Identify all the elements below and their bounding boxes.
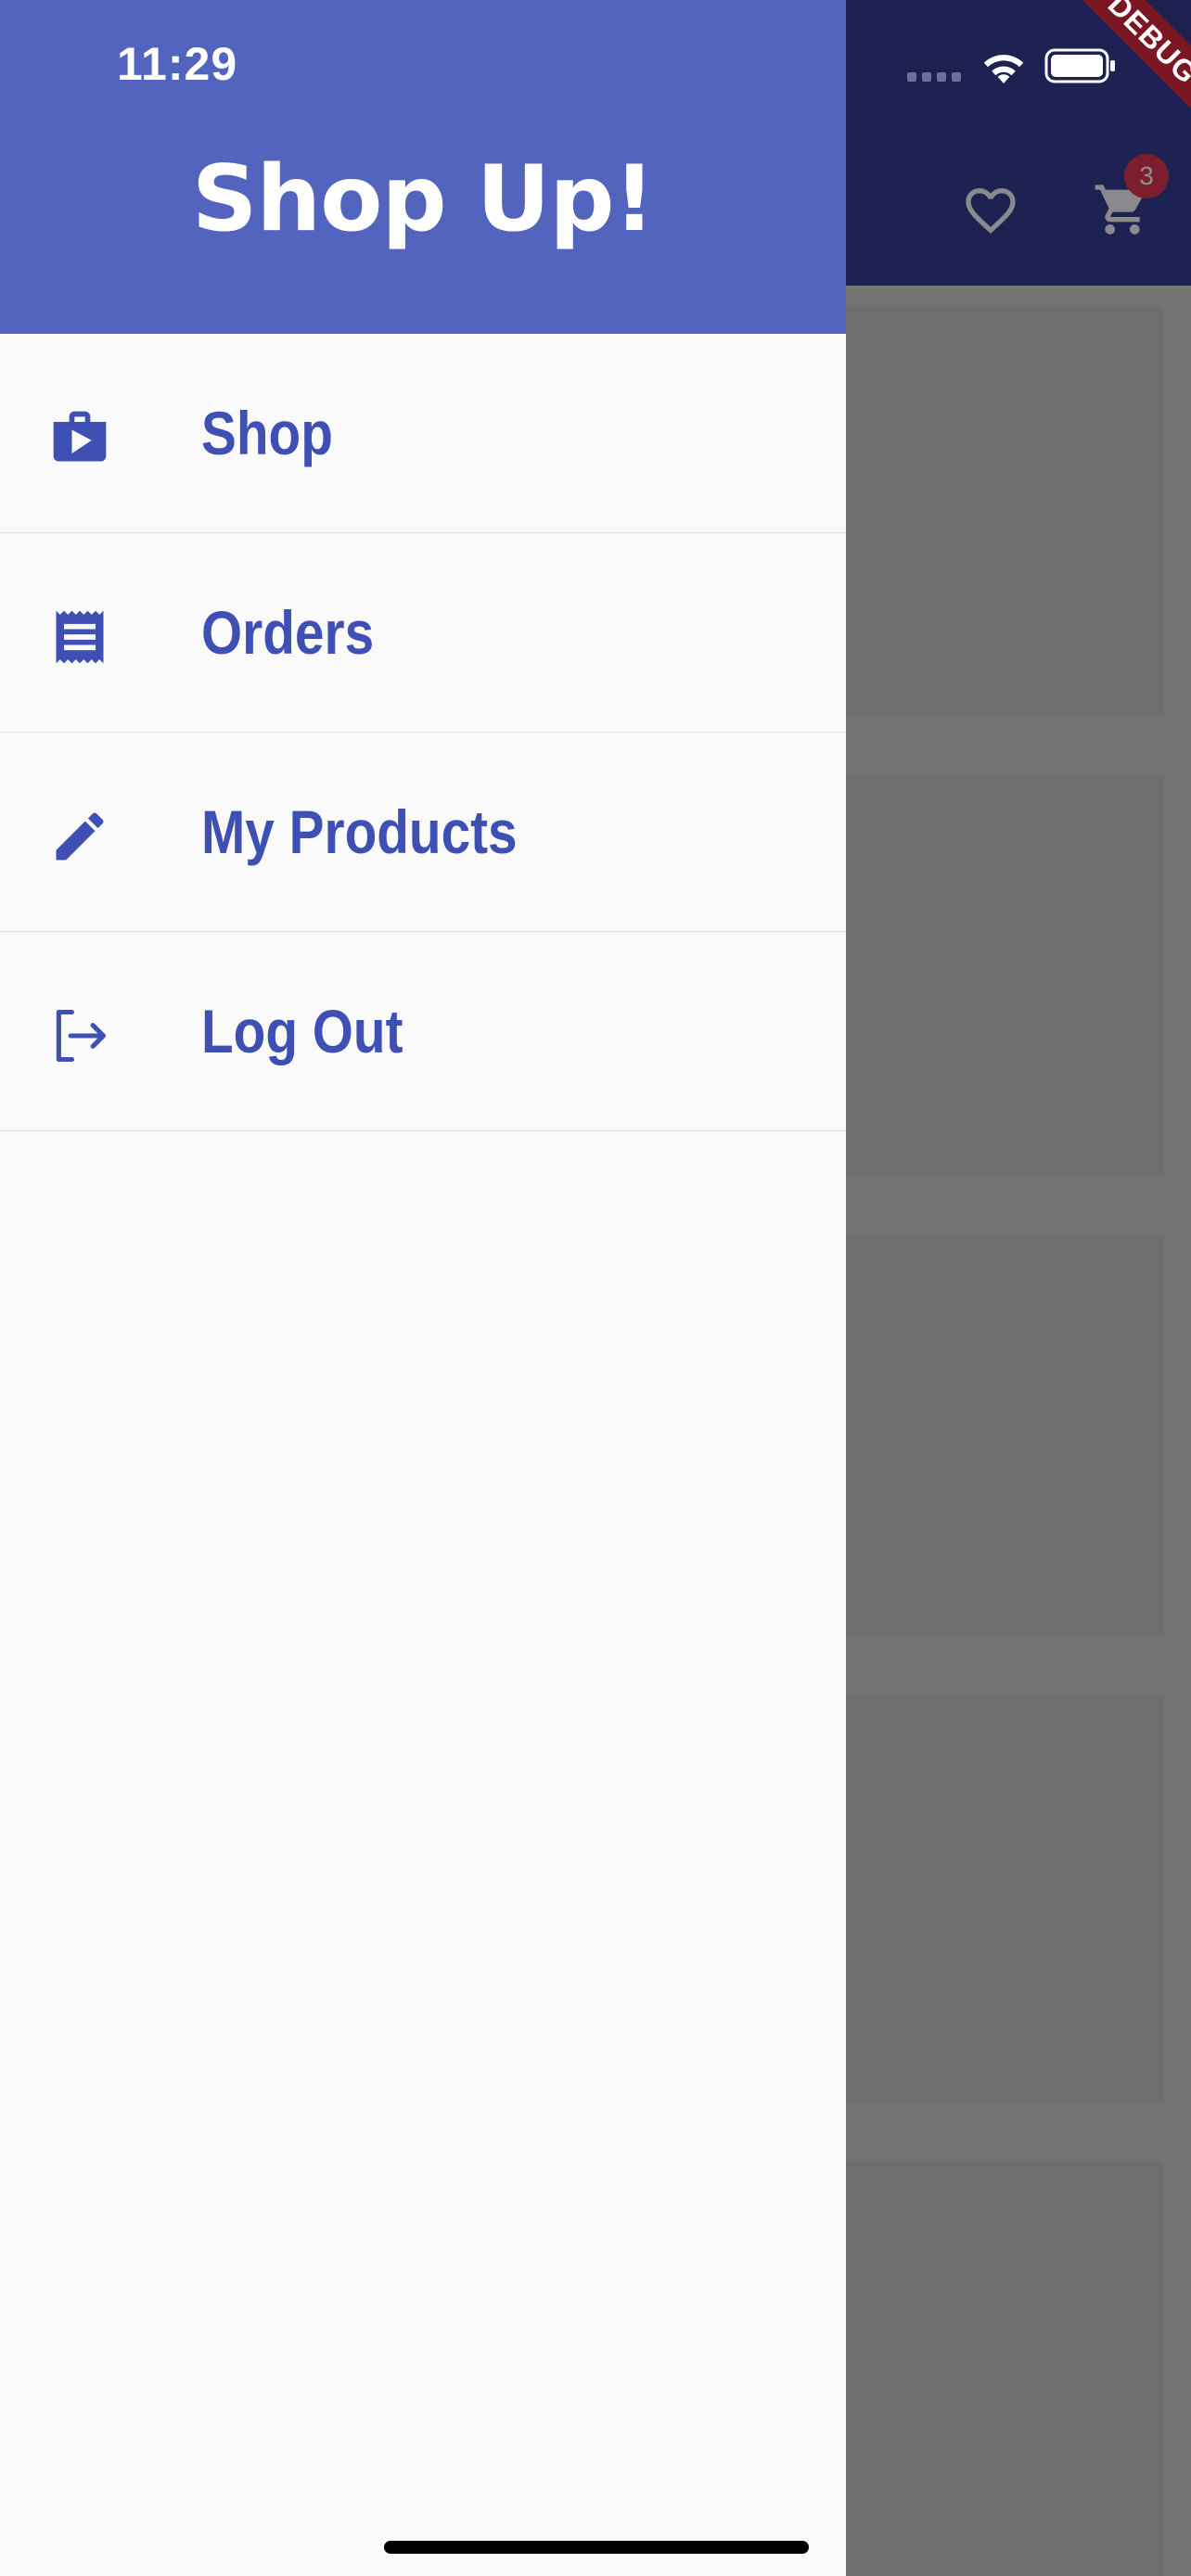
home-indicator[interactable] xyxy=(384,2541,809,2554)
product-card xyxy=(846,2161,1163,2576)
drawer-menu: Shop Orders My Products Log Out xyxy=(0,334,846,1131)
receipt-icon xyxy=(56,610,104,664)
drawer-item-orders[interactable]: Orders xyxy=(0,533,846,733)
drawer-item-shop[interactable]: Shop xyxy=(0,334,846,533)
drawer-item-label: My Products xyxy=(201,797,518,866)
drawer-title: Shop Up! xyxy=(191,147,655,252)
drawer-item-label: Orders xyxy=(201,598,375,667)
logout-icon xyxy=(56,1009,107,1063)
favorite-outline-icon[interactable] xyxy=(961,181,1020,240)
drawer-item-label: Shop xyxy=(201,399,333,467)
drawer-item-label: Log Out xyxy=(201,997,403,1065)
cellular-signal-icon xyxy=(907,72,961,82)
shop-icon xyxy=(53,411,107,462)
wifi-icon xyxy=(983,55,1024,83)
product-card xyxy=(846,775,1163,1176)
product-card xyxy=(846,1695,1163,2101)
status-time: 11:29 xyxy=(117,38,238,90)
cart-badge: 3 xyxy=(1124,154,1169,198)
drawer-item-log-out[interactable]: Log Out xyxy=(0,932,846,1131)
product-card xyxy=(846,306,1163,716)
screen: 3 DEBUG Shop Up! Shop Orders My Products… xyxy=(0,0,1191,2576)
battery-icon xyxy=(1044,48,1115,83)
navigation-drawer: Shop Up! Shop Orders My Products Log Out xyxy=(0,0,846,2576)
product-card xyxy=(846,1235,1163,1636)
drawer-item-my-products[interactable]: My Products xyxy=(0,733,846,932)
edit-icon xyxy=(56,812,104,861)
